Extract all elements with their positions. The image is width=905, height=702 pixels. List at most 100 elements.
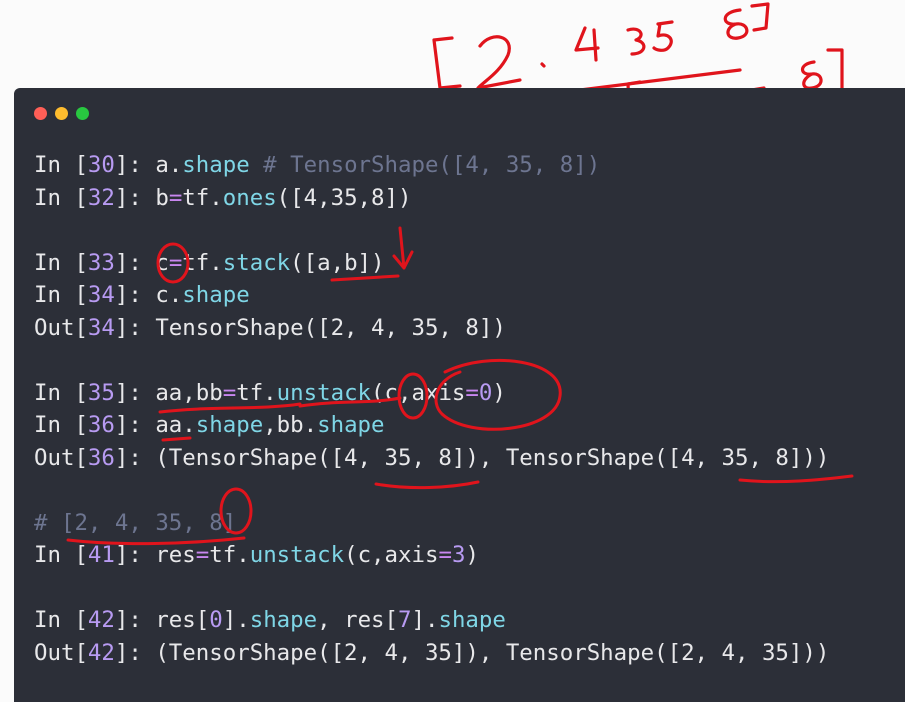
code-token: 36 [87,444,115,471]
code-line: Out[42]: (TensorShape([2, 4, 35]), Tenso… [34,637,829,670]
terminal-window: In [30]: a.shape # TensorShape([4, 35, 8… [14,88,905,702]
code-line: In [32]: b=tf.ones([4,35,8]) [34,182,829,215]
code-token: 42 [87,607,115,633]
code-token: tf. [182,184,223,211]
code-token: ]: a. [114,152,183,178]
code-token: # TensorShape([4, 35, 8]) [249,152,601,178]
code-token: = [195,542,210,568]
code-token: unstack [276,379,372,406]
code-token: 0 [209,607,223,633]
code-line: Out[36]: (TensorShape([4, 35, 8]), Tenso… [34,442,829,475]
code-token: In [ [34,607,88,633]
code-token: 34 [87,282,115,308]
code-token: = [168,249,183,276]
code-token: 32 [87,184,115,211]
code-token: 34 [87,314,115,341]
code-token: In [ [34,412,88,438]
code-line: In [36]: aa.shape,bb.shape [34,409,829,442]
maximize-dot-icon[interactable] [76,107,89,120]
code-token: shape [182,282,250,308]
ann-top-dot [540,62,546,68]
code-token: 33 [87,249,115,276]
code-token: ]: (TensorShape([4, 35, 8]), TensorShape… [114,444,830,471]
code-token: 0 [478,379,493,406]
code-token: tf. [182,249,223,276]
code-token: In [ [34,184,88,211]
code-token: In [ [34,282,88,308]
code-token: = [222,379,237,406]
code-token: ]: res[ [114,607,210,633]
minimize-dot-icon[interactable] [55,107,68,120]
code-token: (c,axis [371,379,466,406]
code-token: shape [438,607,506,633]
code-token: ]: TensorShape([2, 4, 35, 8]) [114,314,506,341]
code-token: ]: (TensorShape([2, 4, 35]), TensorShape… [114,639,830,666]
ann-top-right-bracket [750,2,770,32]
code-line: # [2, 4, 35, 8] [34,507,829,540]
code-token: = [168,184,183,211]
code-line: In [35]: aa,bb=tf.unstack(c,axis=0) [34,377,829,410]
screenshot-stage: In [30]: a.shape # TensorShape([4, 35, 8… [0,0,905,702]
code-output: In [30]: a.shape # TensorShape([4, 35, 8… [34,149,829,669]
ann-second-8 [800,60,823,90]
code-token: (c,axis [344,542,439,568]
code-token: 30 [87,152,115,178]
code-token: ([4,35,8]) [276,184,412,211]
code-token: tf. [209,542,250,568]
code-token: Out[ [34,314,88,341]
code-token: ]. [222,607,250,633]
code-token: ]: c. [114,282,183,308]
code-token: ([a,b]) [290,249,385,276]
code-line: In [33]: c=tf.stack([a,b]) [34,247,829,280]
code-token: 36 [87,412,115,438]
code-token: 42 [87,639,115,666]
code-token: # [2, 4, 35, 8] [34,509,237,536]
code-token: ]: res [114,542,196,568]
code-token: ,bb. [263,412,318,438]
code-token: shape [182,152,250,178]
close-dot-icon[interactable] [34,107,47,120]
code-token: 7 [398,607,412,633]
code-token: ones [222,184,277,211]
ann-top-35 [626,20,674,56]
code-token: stack [222,249,291,276]
code-token: In [ [34,249,88,276]
code-line: In [41]: res=tf.unstack(c,axis=3) [34,539,829,572]
code-token: 41 [87,542,115,568]
code-token: ]: aa. [114,412,196,438]
code-line: In [42]: res[0].shape, res[7].shape [34,604,829,637]
code-token: = [438,542,452,568]
code-token: ]. [411,607,439,633]
code-token: Out[ [34,639,88,666]
code-line: Out[34]: TensorShape([2, 4, 35, 8]) [34,312,829,345]
ann-top-left-bracket [432,36,462,90]
code-token: = [465,379,479,406]
code-token: In [ [34,152,88,178]
code-token: ) [465,542,479,568]
code-line: In [30]: a.shape # TensorShape([4, 35, 8… [34,149,829,182]
code-line: In [34]: c.shape [34,279,829,312]
code-token: ) [492,379,506,406]
code-token: shape [249,607,318,633]
code-token: 3 [451,542,466,568]
code-token: shape [195,412,264,438]
ann-top-two [476,35,522,90]
code-token: 35 [87,379,115,406]
window-controls [34,107,89,120]
ann-top-four [574,26,600,62]
code-token: unstack [249,542,345,568]
code-token: ]: c [114,249,169,276]
code-token: Out[ [34,444,88,471]
code-token: ]: aa,bb [114,379,223,406]
code-token: shape [317,412,385,438]
code-token: ]: b [114,184,169,211]
code-token: In [ [34,542,88,568]
code-token: , res[ [317,607,399,633]
ann-top-8 [723,8,749,40]
code-token: tf. [236,379,277,406]
code-token: In [ [34,379,88,406]
